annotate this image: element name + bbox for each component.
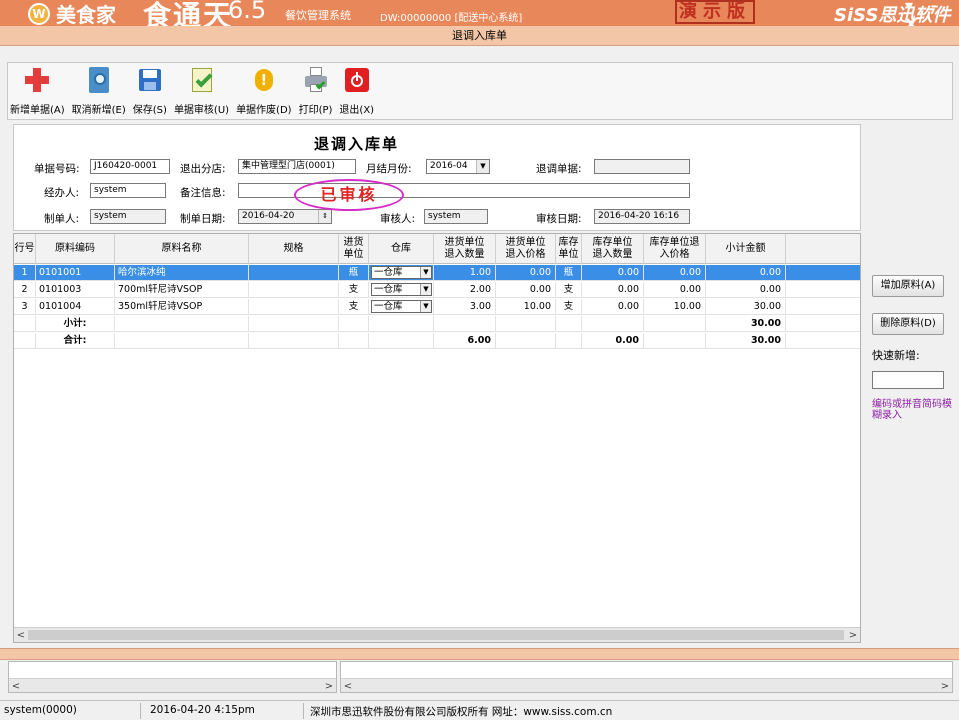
col-warehouse[interactable]: 仓库 <box>369 234 434 264</box>
col-amount[interactable]: 小计金额 <box>706 234 786 264</box>
table-row[interactable]: 3 0101004 350ml轩尼诗VSOP 支 一仓库 ▼ 3.00 10.00… <box>14 299 860 315</box>
bottom-divider <box>0 648 959 660</box>
window-controls[interactable]: ▾ – X <box>905 0 959 26</box>
chevron-down-icon[interactable]: ▼ <box>420 301 431 312</box>
make-date-picker[interactable]: 2016-04-20 ⇕ <box>238 209 332 224</box>
print-button[interactable]: 打印(P) <box>299 66 332 116</box>
col-stock-price[interactable]: 库存单位退 入价格 <box>644 234 706 264</box>
audit-date-label: 审核日期: <box>536 213 582 225</box>
month-label: 月结月份: <box>366 163 412 175</box>
side-panel: 增加原料(A) 删除原料(D) 快速新增: 编码或拼音简码模糊录入 <box>866 233 956 643</box>
scroll-left-icon[interactable]: < <box>341 679 355 694</box>
handler-label: 经办人: <box>44 187 80 199</box>
save-button[interactable]: 保存(S) <box>133 66 167 116</box>
document-header-form: 退调入库单 单据号码: J160420-0001 退出分店: 集中管理型门店(0… <box>13 124 861 231</box>
scrollbar-thumb[interactable] <box>28 630 844 640</box>
scroll-left-icon[interactable]: < <box>9 679 23 694</box>
status-copyright: 深圳市思迅软件股份有限公司版权所有 网址：www.siss.com.cn <box>310 706 613 718</box>
date-spinner-icon[interactable]: ⇕ <box>318 210 331 223</box>
col-qty[interactable]: 进货单位 退入数量 <box>434 234 496 264</box>
col-price[interactable]: 进货单位 退入价格 <box>496 234 556 264</box>
return-doc-field[interactable] <box>594 159 690 174</box>
form-title: 退调入库单 <box>314 135 400 153</box>
doc-no-label: 单据号码: <box>34 163 80 175</box>
chevron-down-icon[interactable]: ▼ <box>420 267 431 278</box>
quick-add-label: 快速新增: <box>872 349 920 362</box>
table-row[interactable]: 2 0101003 700ml轩尼诗VSOP 支 一仓库 ▼ 2.00 0.00 … <box>14 282 860 298</box>
printer-icon <box>302 66 330 94</box>
auditor-label: 审核人: <box>380 213 416 225</box>
maker-field[interactable]: system <box>90 209 166 224</box>
approve-icon <box>188 66 216 94</box>
system-name: 餐饮管理系统 <box>285 9 351 22</box>
scroll-right-icon[interactable]: > <box>322 679 336 694</box>
void-button[interactable]: ! 单据作废(D) <box>236 66 292 116</box>
return-doc-label: 退调单据: <box>536 163 582 175</box>
notebook-icon <box>85 66 113 94</box>
add-icon <box>23 66 51 94</box>
col-no[interactable]: 行号 <box>14 234 36 264</box>
table-header: 行号 原料编码 原料名称 规格 进货 单位 仓库 进货单位 退入数量 进货单位 … <box>14 234 860 264</box>
warehouse-select[interactable]: 一仓库 ▼ <box>371 283 432 296</box>
add-material-button[interactable]: 增加原料(A) <box>872 275 944 297</box>
maker-label: 制单人: <box>44 213 80 225</box>
save-icon <box>136 66 164 94</box>
branch-label: 退出分店: <box>180 163 226 175</box>
status-datetime: 2016-04-20 4:15pm <box>150 704 255 716</box>
approved-stamp: 已审核 <box>294 179 404 211</box>
col-stock-unit[interactable]: 库存 单位 <box>556 234 582 264</box>
scroll-left-icon[interactable]: < <box>14 628 28 642</box>
app-banner: W 美食家 食通天 6.5 餐饮管理系统 DW:00000000 [配送中心系统… <box>0 0 959 26</box>
col-spec[interactable]: 规格 <box>249 234 339 264</box>
col-name[interactable]: 原料名称 <box>115 234 249 264</box>
branch-field[interactable]: 集中管理型门店(0001) <box>238 159 356 174</box>
scroll-right-icon[interactable]: > <box>938 679 952 694</box>
new-document-button[interactable]: 新增单据(A) <box>10 66 65 116</box>
scroll-right-icon[interactable]: > <box>846 628 860 642</box>
auditor-field[interactable]: system <box>424 209 488 224</box>
items-table: 行号 原料编码 原料名称 规格 进货 单位 仓库 进货单位 退入数量 进货单位 … <box>13 233 861 643</box>
panel2-scrollbar[interactable]: < > <box>341 678 952 692</box>
delete-material-button[interactable]: 删除原料(D) <box>872 313 944 335</box>
demo-badge: 演示版 <box>675 0 755 24</box>
quick-add-input[interactable] <box>872 371 944 389</box>
product-name: 食通天 <box>143 0 234 26</box>
power-icon <box>343 66 371 94</box>
exit-button[interactable]: 退出(X) <box>339 66 374 116</box>
toolbar: 新增单据(A) 取消新增(E) 保存(S) 单据审核(U) ! 单据作废(D) <box>7 62 953 120</box>
audit-date-field[interactable]: 2016-04-20 16:16 <box>594 209 690 224</box>
total-row: 合计: 6.00 0.00 30.00 <box>14 333 860 349</box>
subtotal-row: 小计: 30.00 <box>14 316 860 332</box>
cancel-new-button[interactable]: 取消新增(E) <box>72 66 126 116</box>
col-stock-qty[interactable]: 库存单位 退入数量 <box>582 234 644 264</box>
doc-no-field[interactable]: J160420-0001 <box>90 159 170 174</box>
brand-name: 美食家 <box>56 3 116 26</box>
chevron-down-icon[interactable]: ▼ <box>420 284 431 295</box>
table-row[interactable]: 1 0101001 哈尔滨冰纯 瓶 一仓库 ▼ 1.00 0.00 瓶 0.00 … <box>14 265 860 281</box>
remark-label: 备注信息: <box>180 187 226 199</box>
product-version: 6.5 <box>228 0 267 24</box>
status-user: system(0000) <box>4 704 77 716</box>
quick-add-hint: 编码或拼音简码模糊录入 <box>872 399 952 421</box>
void-icon: ! <box>250 66 278 94</box>
window-title: 退调入库单 <box>0 26 959 46</box>
brand-logo-icon: W <box>28 3 50 25</box>
approve-button[interactable]: 单据审核(U) <box>174 66 229 116</box>
horizontal-scrollbar[interactable]: < > <box>14 627 860 642</box>
month-select[interactable]: 2016-04 ▼ <box>426 159 490 174</box>
handler-field[interactable]: system <box>90 183 166 198</box>
warehouse-select[interactable]: 一仓库 ▼ <box>371 300 432 313</box>
panel1-scrollbar[interactable]: < > <box>9 678 336 692</box>
make-date-label: 制单日期: <box>180 213 226 225</box>
bottom-right-panel: < > <box>340 661 953 693</box>
serial-info: DW:00000000 [配送中心系统] <box>380 13 523 24</box>
status-bar: system(0000) 2016-04-20 4:15pm 深圳市思迅软件股份… <box>0 700 959 720</box>
chevron-down-icon[interactable]: ▼ <box>476 160 489 173</box>
col-unit[interactable]: 进货 单位 <box>339 234 369 264</box>
warehouse-select[interactable]: 一仓库 ▼ <box>371 266 432 279</box>
col-code[interactable]: 原料编码 <box>36 234 115 264</box>
bottom-left-panel: < > <box>8 661 337 693</box>
